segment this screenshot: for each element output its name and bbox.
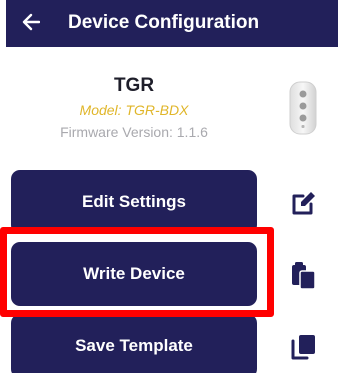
device-thumbnail-icon (289, 81, 317, 135)
device-model: Model: TGR-BDX (79, 102, 189, 118)
write-device-button[interactable]: Write Device (11, 242, 257, 306)
device-configuration-screen: Device Configuration TGR Model: TGR-BDX … (0, 0, 344, 373)
save-template-button[interactable]: Save Template (11, 314, 257, 373)
page-title: Device Configuration (68, 12, 260, 33)
arrow-left-icon (22, 13, 40, 31)
app-bar: Device Configuration (6, 0, 338, 47)
clipboard-icon (292, 262, 316, 290)
firmware-version: Firmware Version: 1.1.6 (60, 124, 208, 140)
back-button[interactable] (20, 11, 42, 33)
pencil-square-icon (292, 192, 315, 215)
edit-settings-icon-button[interactable] (288, 187, 320, 219)
write-device-icon-button[interactable] (288, 259, 320, 291)
device-info: TGR Model: TGR-BDX Firmware Version: 1.1… (0, 74, 268, 142)
device-name: TGR (113, 75, 155, 96)
edit-settings-button[interactable]: Edit Settings (11, 170, 257, 234)
device-thumbnail (286, 80, 322, 136)
save-template-icon-button[interactable] (288, 331, 320, 363)
copy-icon (291, 335, 315, 360)
